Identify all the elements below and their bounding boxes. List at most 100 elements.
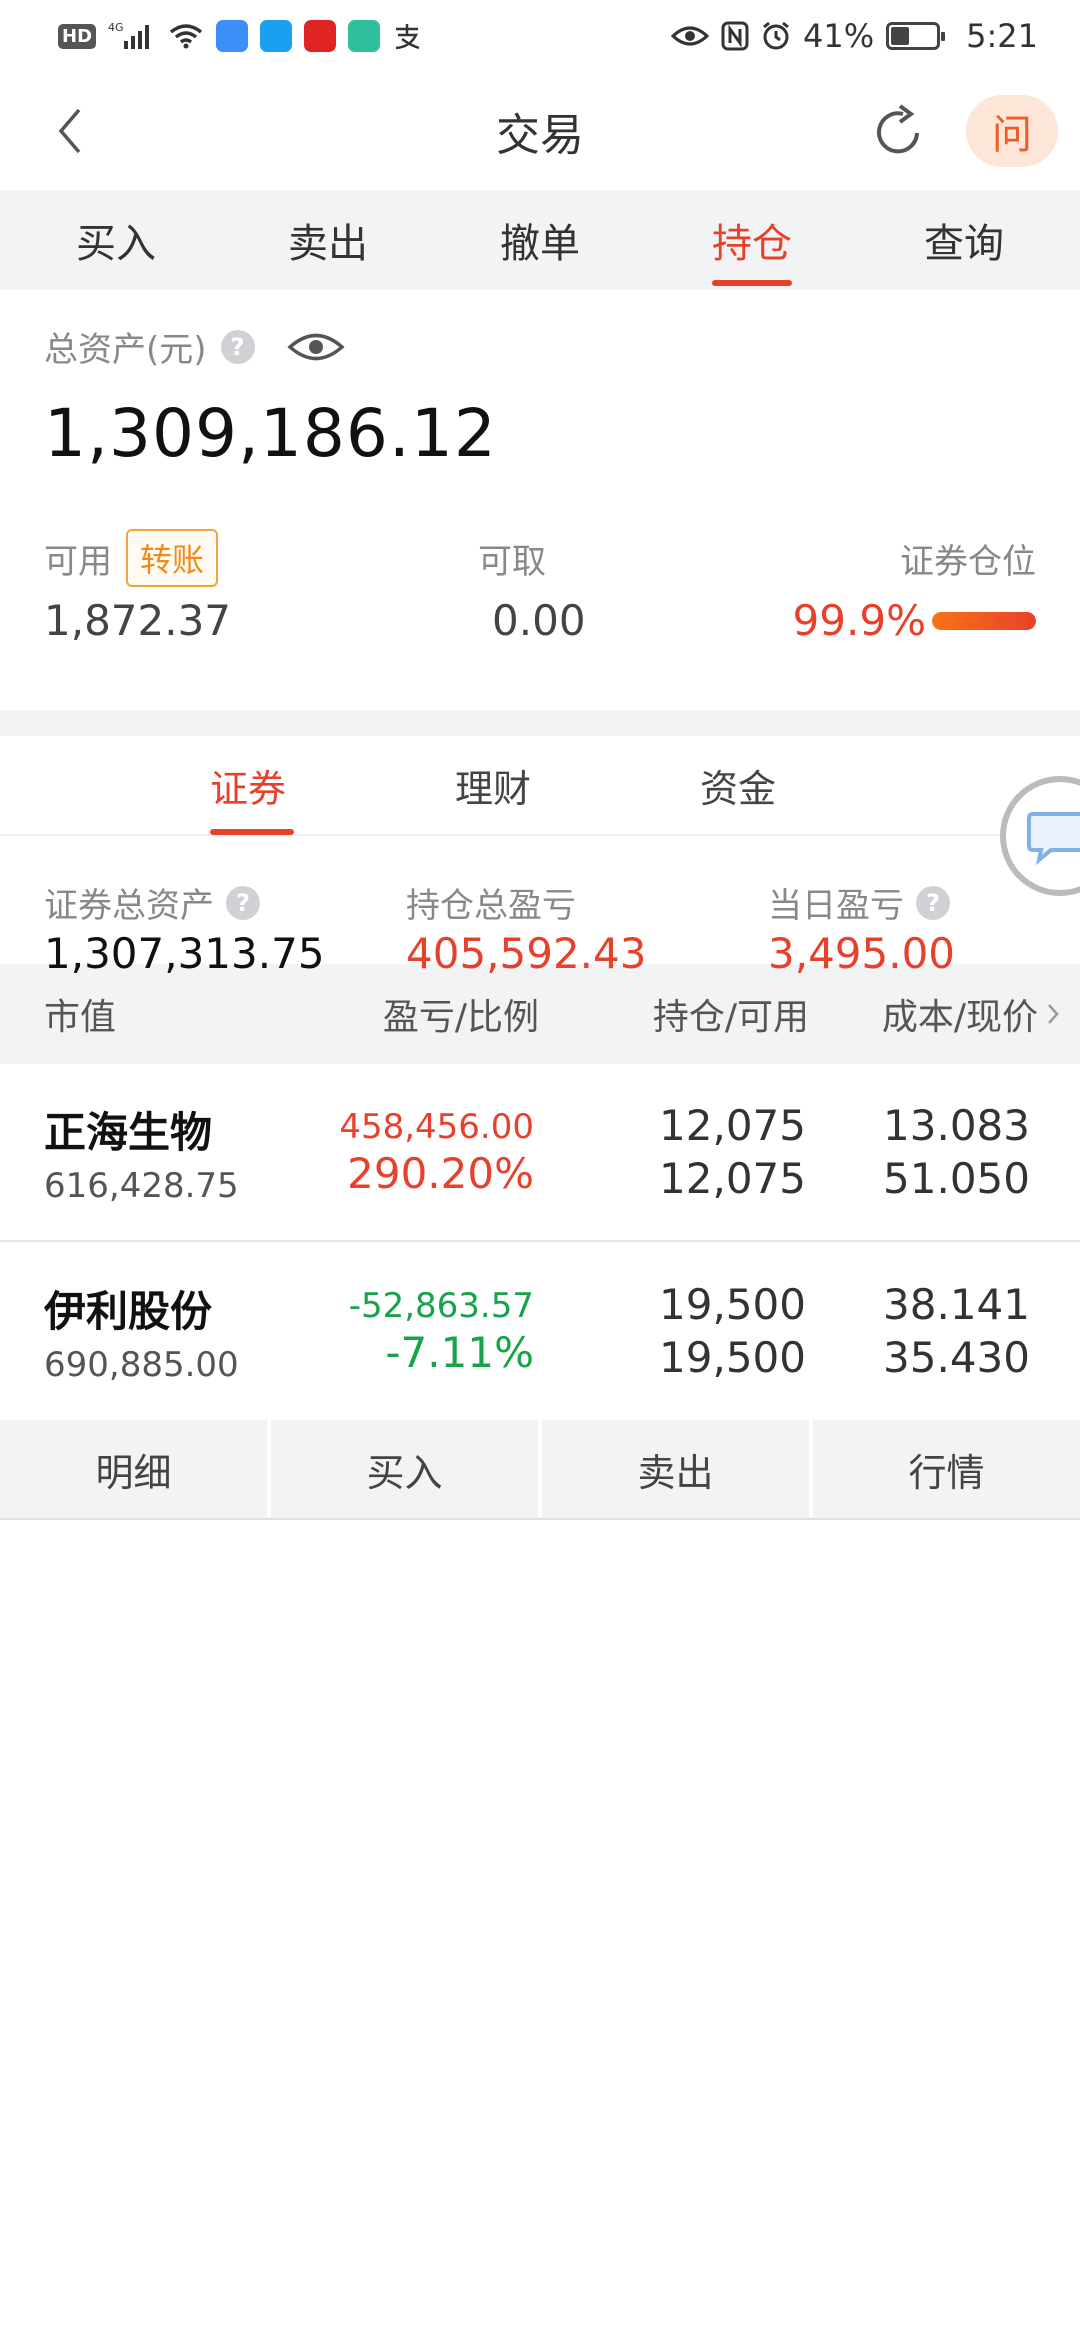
- section-divider: [0, 710, 1080, 736]
- securities-total-assets: 证券总资产 ? 1,307,313.75: [44, 878, 406, 978]
- daily-pnl-label-row: 当日盈亏 ?: [768, 878, 955, 927]
- position-bar: [931, 611, 1036, 630]
- search-app-icon: [260, 20, 293, 52]
- help-icon[interactable]: ?: [916, 885, 950, 920]
- header-actions: 问: [870, 95, 1058, 167]
- row-buy-button[interactable]: 买入: [271, 1420, 542, 1518]
- header: 交易 问: [0, 72, 1080, 190]
- assets-panel: 总资产(元) ? 1,309,186.12 可用 转账 1,872.37 可取 …: [0, 290, 1080, 710]
- current-price: 51.050: [883, 1154, 1030, 1203]
- battery-level: [891, 27, 910, 45]
- pnl-amount: 458,456.00: [339, 1106, 534, 1147]
- nfc-icon: [721, 21, 749, 51]
- stock-cell: 伊利股份 690,885.00: [44, 1278, 294, 1385]
- chat-bubble-icon: [1027, 812, 1080, 866]
- current-price: 35.430: [883, 1333, 1030, 1382]
- cost-price-cell: 38.141 35.430: [806, 1280, 1030, 1382]
- holdings-table-header: 市值 盈亏/比例 持仓/可用 成本/现价: [0, 964, 1080, 1064]
- available-label: 可用: [44, 541, 112, 582]
- boss-app-icon: [348, 20, 381, 52]
- pnl-percent: 290.20%: [347, 1148, 534, 1198]
- available-label-row: 可用 转账: [44, 529, 231, 587]
- transfer-button[interactable]: 转账: [126, 529, 219, 587]
- ask-button[interactable]: 问: [966, 95, 1058, 167]
- stock-name: 正海生物: [44, 1107, 213, 1157]
- securities-position: 证券仓位 99.9%: [793, 530, 1036, 645]
- status-bar-right: 41% 5:21: [671, 17, 1038, 55]
- available-qty: 12,075: [659, 1154, 806, 1203]
- pnl-amount: -52,863.57: [348, 1285, 534, 1326]
- pnl-cell: -52,863.57 -7.11%: [294, 1286, 534, 1377]
- cloud-app-icon: [216, 20, 249, 52]
- total-assets-label-row: 总资产(元) ?: [44, 322, 1036, 371]
- column-header-cost-price-label: 成本/现价: [881, 997, 1038, 1038]
- pnl-cell: 458,456.00 290.20%: [294, 1107, 534, 1198]
- market-value: 690,885.00: [44, 1344, 239, 1385]
- tab-cancel-order[interactable]: 撤单: [480, 190, 600, 290]
- holding-total-pnl: 持仓总盈亏 405,592.43: [406, 878, 768, 978]
- tab-securities[interactable]: 证券: [210, 735, 455, 835]
- help-icon[interactable]: ?: [226, 885, 260, 920]
- position-percent: 99.9%: [792, 596, 926, 645]
- wifi-icon: [168, 22, 204, 50]
- details-button[interactable]: 明细: [0, 1420, 271, 1518]
- holding-pnl-label: 持仓总盈亏: [406, 886, 576, 926]
- withdrawable-value: 0.00: [492, 596, 586, 645]
- refresh-icon: [877, 104, 919, 154]
- market-value: 616,428.75: [44, 1165, 239, 1206]
- signal-icon: 4G: [108, 21, 156, 51]
- available-value: 1,872.37: [44, 596, 232, 645]
- holding-pnl-value: 405,592.43: [406, 929, 647, 978]
- trade-tabs: 买入 卖出 撤单 持仓 查询: [0, 190, 1080, 290]
- position-row: 99.9%: [793, 596, 1036, 645]
- battery-icon: [886, 22, 946, 50]
- column-header-pnl[interactable]: 盈亏/比例: [294, 988, 539, 1040]
- table-row[interactable]: 正海生物 616,428.75 458,456.00 290.20% 12,07…: [0, 1064, 1080, 1242]
- cost-price: 38.141: [883, 1280, 1030, 1329]
- tab-wealth[interactable]: 理财: [455, 735, 700, 835]
- quote-button[interactable]: 行情: [813, 1420, 1080, 1518]
- position-qty: 19,500: [659, 1280, 806, 1329]
- available-qty: 19,500: [659, 1333, 806, 1382]
- chevron-right-icon: [1048, 1004, 1059, 1024]
- stock-app-icon: [304, 20, 337, 52]
- column-header-position[interactable]: 持仓/可用: [539, 988, 809, 1040]
- row-action-bar: 明细 买入 卖出 行情: [0, 1420, 1080, 1520]
- tab-funds[interactable]: 资金: [700, 735, 945, 835]
- chevron-left-icon: [58, 108, 81, 154]
- svg-text:4G: 4G: [108, 21, 124, 34]
- position-qty: 12,075: [659, 1101, 806, 1150]
- alarm-icon: [761, 21, 791, 51]
- account-tabs: 证券 理财 资金: [0, 735, 1080, 896]
- back-button[interactable]: [40, 101, 100, 161]
- alipay-icon: [392, 21, 422, 51]
- position-cell: 19,500 19,500: [534, 1280, 806, 1382]
- status-bar: HD 4G 41% 5:21: [0, 0, 1080, 72]
- position-label: 证券仓位: [899, 541, 1036, 582]
- clock: 5:21: [966, 17, 1038, 55]
- tab-query[interactable]: 查询: [904, 190, 1024, 290]
- eye-comfort-icon: [671, 24, 710, 48]
- eye-icon[interactable]: [286, 330, 345, 364]
- position-cell: 12,075 12,075: [534, 1101, 806, 1203]
- daily-pnl-label: 当日盈亏: [768, 886, 904, 926]
- tab-buy[interactable]: 买入: [56, 190, 176, 290]
- tab-holdings[interactable]: 持仓: [692, 190, 812, 290]
- tab-sell[interactable]: 卖出: [268, 190, 388, 290]
- help-icon[interactable]: ?: [220, 329, 255, 364]
- securities-total-label-row: 证券总资产 ?: [44, 878, 406, 927]
- row-sell-button[interactable]: 卖出: [542, 1420, 813, 1518]
- securities-summary: 证券总资产 ? 1,307,313.75 持仓总盈亏 405,592.43 当日…: [0, 836, 1080, 978]
- column-header-cost-price[interactable]: 成本/现价: [809, 988, 1060, 1040]
- total-assets-label: 总资产(元): [44, 330, 207, 370]
- daily-pnl-value: 3,495.00: [768, 929, 956, 978]
- table-row[interactable]: 伊利股份 690,885.00 -52,863.57 -7.11% 19,500…: [0, 1242, 1080, 1420]
- status-bar-left: HD 4G: [58, 20, 422, 52]
- hd-icon: HD: [58, 23, 97, 49]
- stock-cell: 正海生物 616,428.75: [44, 1099, 294, 1206]
- refresh-button[interactable]: [870, 101, 930, 161]
- column-header-market-value[interactable]: 市值: [44, 988, 294, 1040]
- position-bar-fill: [931, 611, 1036, 630]
- securities-total-value: 1,307,313.75: [44, 929, 325, 978]
- pnl-percent: -7.11%: [385, 1327, 534, 1377]
